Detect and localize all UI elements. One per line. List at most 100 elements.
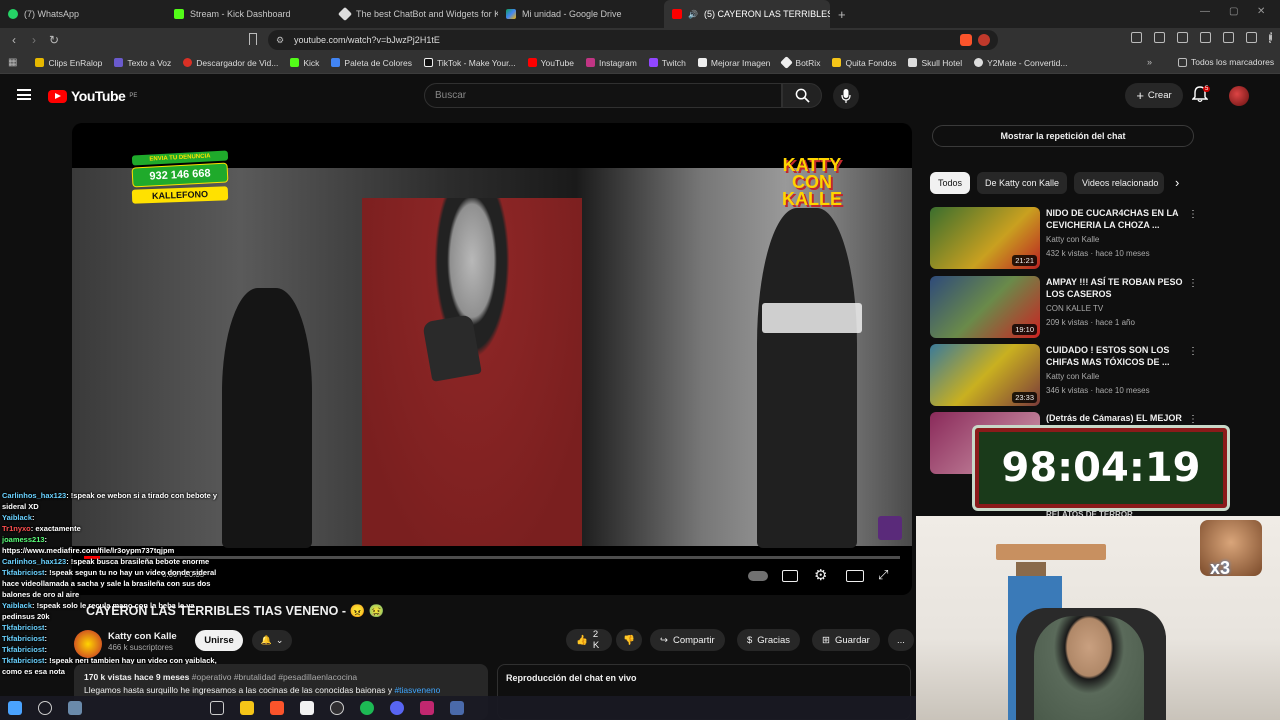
bookmark-favicon [832, 58, 842, 67]
bookmark-item[interactable]: Twitch [643, 58, 692, 68]
search-input[interactable]: Buscar [424, 83, 782, 108]
search-taskbar-icon[interactable] [38, 701, 52, 715]
share-button[interactable]: ↪ Compartir [650, 629, 725, 651]
save-button[interactable]: ⊞ Guardar [812, 629, 880, 651]
bookmark-item[interactable]: Texto a Voz [108, 58, 177, 68]
voice-search-button[interactable] [833, 83, 859, 109]
subscriber-count: 466 k suscriptores [108, 643, 173, 652]
related-more-icon[interactable]: ⋮ [1188, 414, 1198, 425]
bookmark-item[interactable]: BotRix [776, 56, 826, 69]
extension-icon[interactable] [1154, 32, 1165, 43]
start-icon[interactable] [8, 701, 22, 715]
tab-kick-dashboard[interactable]: Stream - Kick Dashboard [166, 0, 332, 28]
channel-avatar[interactable] [74, 630, 102, 658]
save-playlist-icon: ⊞ [822, 634, 830, 646]
maximize-icon[interactable]: ▢ [1229, 6, 1238, 17]
like-button[interactable]: 👍 2 K [566, 629, 612, 651]
spotify-icon[interactable] [360, 701, 374, 715]
new-tab-button[interactable]: + [838, 7, 846, 22]
youtube-logo[interactable]: YouTube PE [48, 88, 137, 104]
widgets-icon[interactable] [68, 701, 82, 715]
back-icon[interactable]: ‹ [4, 33, 24, 47]
bookmark-item[interactable]: Instagram [580, 58, 643, 68]
create-button[interactable]: + Crear [1125, 83, 1183, 108]
subathon-timer: 98:04:19 [972, 425, 1230, 511]
related-video[interactable]: 21:21 NIDO DE CUCAR4CHAS EN LA CEVICHERI… [930, 207, 1200, 271]
all-bookmarks-folder[interactable]: Todos los marcadores [1172, 57, 1280, 67]
close-window-icon[interactable]: ✕ [1257, 6, 1265, 17]
autoplay-toggle[interactable] [748, 571, 768, 581]
related-video[interactable]: 23:33 CUIDADO ! ESTOS SON LOS CHIFAS MAS… [930, 344, 1200, 408]
chip-todos[interactable]: Todos [930, 172, 971, 194]
more-bookmarks-icon[interactable]: » [1147, 57, 1152, 67]
obs-icon[interactable] [330, 701, 344, 715]
tab-youtube-active[interactable]: 🔊(5) CAYERON LAS TERRIBLES✕ [664, 0, 830, 28]
apps-grid-icon[interactable]: ▦ [8, 57, 17, 68]
store-icon[interactable] [300, 701, 314, 715]
subtitles-icon[interactable] [782, 570, 798, 582]
vpn-icon[interactable] [1246, 32, 1257, 43]
more-actions-button[interactable]: ... [888, 629, 914, 651]
editor-icon[interactable] [420, 701, 434, 715]
task-view-icon[interactable] [210, 701, 224, 715]
plus-icon: + [1136, 88, 1144, 103]
search-button[interactable] [782, 83, 822, 108]
hamburger-menu-icon[interactable] [17, 89, 31, 100]
tab-whatsapp[interactable]: (7) WhatsApp [0, 0, 166, 28]
file-explorer-icon[interactable] [240, 701, 254, 715]
account-avatar[interactable] [1229, 86, 1249, 106]
bookmark-item[interactable]: Paleta de Colores [325, 58, 418, 68]
subscription-bell-button[interactable]: 🔔 ⌄ [252, 630, 292, 651]
bookmark-item[interactable]: Y2Mate - Convertid... [968, 58, 1073, 68]
join-button[interactable]: Unirse [195, 630, 243, 651]
sidebar-icon[interactable] [1200, 32, 1211, 43]
thanks-button[interactable]: $ Gracias [737, 629, 801, 651]
brave-rewards-icon[interactable] [978, 34, 990, 46]
minimize-icon[interactable]: — [1200, 6, 1210, 17]
bookmark-item[interactable]: Skull Hotel [902, 58, 968, 68]
url-field[interactable]: ⚙ youtube.com/watch?v=bJwzPj2H1tE [268, 30, 998, 50]
show-chat-replay-button[interactable]: Mostrar la repetición del chat [932, 125, 1194, 147]
bookmark-item[interactable]: Mejorar Imagen [692, 58, 777, 68]
chip-videos-relacionados[interactable]: Videos relacionado [1074, 172, 1164, 194]
speaker-icon: 🔊 [688, 9, 698, 19]
related-more-icon[interactable]: ⋮ [1188, 278, 1198, 289]
channel-watermark [878, 516, 902, 540]
discord-icon[interactable] [390, 701, 404, 715]
dislike-button[interactable]: 👎 [616, 629, 642, 651]
kick-icon [174, 9, 184, 19]
background-person-right [757, 208, 857, 548]
settings-gear-icon[interactable]: ⚙ [814, 566, 827, 584]
bookmark-page-icon[interactable] [249, 33, 257, 45]
music-icon[interactable] [1177, 32, 1188, 43]
reload-icon[interactable]: ↻ [44, 33, 64, 47]
tab-google-drive[interactable]: Mi unidad - Google Drive [498, 0, 664, 28]
related-more-icon[interactable]: ⋮ [1188, 209, 1198, 220]
channel-name[interactable]: Katty con Kalle [108, 631, 177, 642]
katty-con-kalle-logo: KATTY CON KALLE [782, 155, 842, 209]
chips-next-icon[interactable]: › [1175, 175, 1179, 190]
wallet-icon[interactable] [1223, 32, 1234, 43]
bookmark-item[interactable]: YouTube [522, 58, 580, 68]
chip-de-katty-con-kalle[interactable]: De Katty con Kalle [977, 172, 1068, 194]
bookmark-item[interactable]: Clips EnRalop [29, 58, 108, 68]
related-video[interactable]: 19:10 AMPAY !!! ASÍ TE ROBAN PESO LOS CA… [930, 276, 1200, 340]
menu-icon[interactable] [1269, 32, 1272, 43]
drive-icon [506, 9, 516, 19]
bookmark-item[interactable]: Quita Fondos [826, 58, 902, 68]
brave-browser-icon[interactable] [270, 701, 284, 715]
bookmark-item[interactable]: Kick [284, 58, 325, 68]
bookmark-item[interactable]: TikTok - Make Your... [418, 58, 522, 68]
app-icon[interactable] [450, 701, 464, 715]
youtube-icon [672, 9, 682, 19]
related-more-icon[interactable]: ⋮ [1188, 346, 1198, 357]
bookmark-item[interactable]: Descargador de Vid... [177, 58, 284, 68]
address-toolbar: ‹ › ↻ ⚙ youtube.com/watch?v=bJwzPj2H1tE [0, 28, 1280, 52]
brave-shield-icon[interactable] [960, 34, 972, 46]
fullscreen-icon[interactable]: ⤢ [878, 567, 888, 583]
extension-icon[interactable] [1131, 32, 1142, 43]
theater-mode-icon[interactable] [846, 570, 864, 582]
tab-chatbot[interactable]: The best ChatBot and Widgets for Ki [332, 0, 498, 28]
forward-icon[interactable]: › [24, 33, 44, 47]
site-info-icon[interactable]: ⚙ [276, 35, 284, 46]
